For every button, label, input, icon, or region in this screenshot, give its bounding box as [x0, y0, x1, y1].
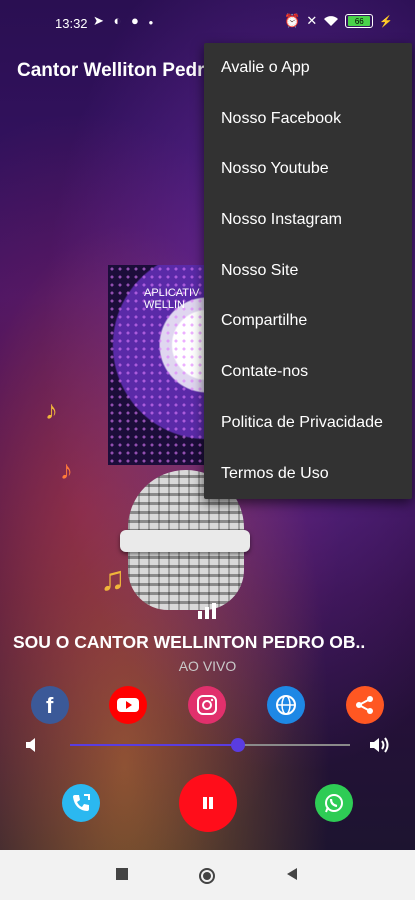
- menu-item-facebook[interactable]: Nosso Facebook: [204, 94, 412, 145]
- status-bar: 13:32 ➤ ◐ ● ● ⏰ ✕ 66 ⚡: [0, 0, 415, 46]
- instagram-icon: [197, 695, 217, 715]
- share-button[interactable]: [346, 686, 384, 724]
- whatsapp-button[interactable]: [315, 784, 353, 822]
- volume-slider[interactable]: [70, 738, 350, 752]
- menu-item-share[interactable]: Compartilhe: [204, 296, 412, 347]
- music-note-icon: ♪: [60, 455, 73, 485]
- charging-icon: ⚡: [379, 15, 393, 28]
- whatsapp-icon: [325, 794, 343, 813]
- album-art-text-line1: APLICATIV: [144, 287, 200, 299]
- volume-slider-fill: [70, 744, 238, 746]
- volume-control: [0, 730, 415, 760]
- facebook-icon: f: [46, 694, 54, 716]
- alarm-off-icon: ⏰: [284, 13, 301, 28]
- equalizer-icon: [198, 603, 218, 619]
- music-note-icon: ♪: [45, 395, 58, 425]
- volume-low-icon[interactable]: [24, 736, 40, 754]
- pause-button[interactable]: [179, 774, 237, 832]
- dot-icon: ●: [148, 18, 157, 27]
- facebook-button[interactable]: f: [31, 686, 69, 724]
- volume-slider-thumb[interactable]: [231, 738, 245, 752]
- app-icon: ◐: [113, 13, 125, 28]
- overflow-menu: Avalie o App Nosso Facebook Nosso Youtub…: [204, 43, 412, 499]
- telegram-icon: ➤: [93, 13, 107, 28]
- live-status: AO VIVO: [178, 658, 237, 674]
- circle-icon: ●: [131, 13, 142, 28]
- status-right-icons: ⏰ ✕ 66 ⚡: [284, 13, 393, 29]
- youtube-button[interactable]: [109, 686, 147, 724]
- battery-icon: 66: [345, 14, 374, 28]
- menu-item-youtube[interactable]: Nosso Youtube: [204, 144, 412, 195]
- globe-icon: [276, 695, 296, 715]
- song-title: SOU O CANTOR WELLINTON PEDRO OB..: [13, 632, 366, 652]
- microphone-band: [120, 530, 250, 552]
- menu-item-site[interactable]: Nosso Site: [204, 246, 412, 297]
- home-icon[interactable]: [198, 867, 216, 885]
- menu-item-terms[interactable]: Termos de Uso: [204, 449, 412, 500]
- website-button[interactable]: [267, 686, 305, 724]
- menu-item-contact[interactable]: Contate-nos: [204, 347, 412, 398]
- share-icon: [356, 696, 373, 714]
- album-art-text-line2: WELLIN: [144, 299, 185, 311]
- menu-item-instagram[interactable]: Nosso Instagram: [204, 195, 412, 246]
- menu-item-rate-app[interactable]: Avalie o App: [204, 43, 412, 94]
- app-title: Cantor Welliton Pedro: [17, 60, 217, 81]
- svg-text:f: f: [46, 694, 54, 716]
- wifi-icon: [324, 16, 339, 26]
- back-icon[interactable]: [285, 867, 299, 881]
- menu-item-privacy-policy[interactable]: Politica de Privacidade: [204, 398, 412, 449]
- status-left-icons: ➤ ◐ ● ●: [93, 13, 156, 29]
- phone-icon: [73, 794, 90, 811]
- youtube-icon: [117, 698, 139, 712]
- status-time: 13:32: [55, 16, 88, 31]
- instagram-button[interactable]: [188, 686, 226, 724]
- album-art: APLICATIV WELLIN: [108, 265, 218, 465]
- mute-icon: ✕: [306, 13, 318, 28]
- album-art-text: APLICATIV WELLIN: [144, 287, 199, 311]
- call-button[interactable]: [62, 784, 100, 822]
- volume-high-icon[interactable]: [368, 736, 392, 754]
- battery-level: 66: [348, 16, 371, 26]
- pause-icon: [203, 797, 213, 809]
- system-navigation-bar: [0, 850, 415, 900]
- recents-icon[interactable]: [115, 867, 129, 881]
